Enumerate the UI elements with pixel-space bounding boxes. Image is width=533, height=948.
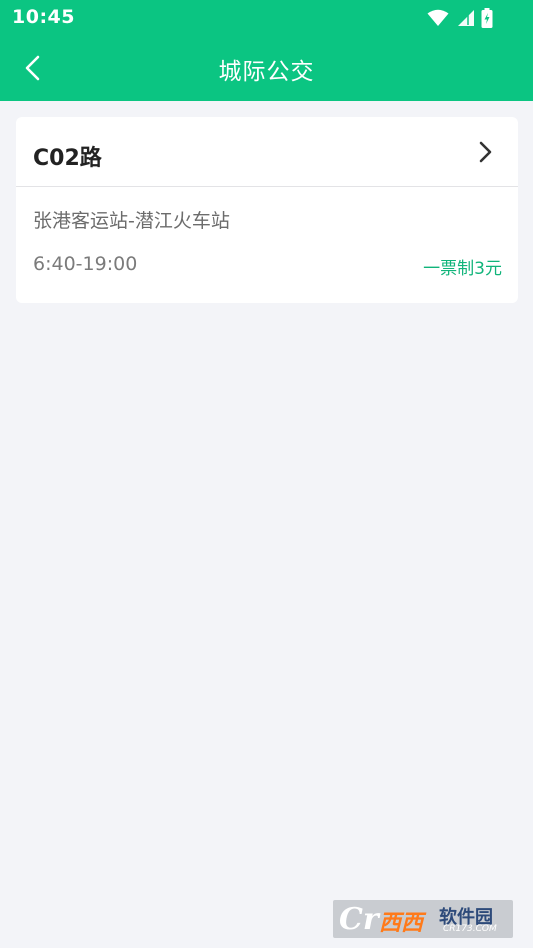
nav-bar: 城际公交: [0, 36, 533, 101]
app-header: 10:45 城际公交: [0, 0, 533, 101]
fare-label: 一票制3元: [423, 259, 502, 279]
route-card-header[interactable]: C02路: [16, 117, 518, 187]
signal-icon: [458, 10, 474, 26]
battery-charging-icon: [481, 8, 493, 28]
watermark-site: CR173.COM: [443, 924, 497, 934]
status-time: 10:45: [12, 6, 75, 28]
status-bar: 10:45: [0, 0, 533, 36]
wifi-icon: [427, 9, 449, 26]
route-stations: 张港客运站-潜江火车站: [33, 210, 230, 232]
watermark-text: 西西: [379, 911, 424, 936]
page-title: 城际公交: [218, 59, 315, 85]
status-icons: [427, 8, 493, 28]
operating-hours: 6:40-19:00: [33, 253, 138, 275]
route-name: C02路: [33, 146, 102, 171]
route-card[interactable]: C02路 张港客运站-潜江火车站 6:40-19:00 一票制3元: [16, 117, 518, 303]
watermark-mark: Cr: [339, 902, 379, 937]
chevron-right-icon: [479, 141, 492, 163]
watermark-logo: Cr 西西 软件园 CR173.COM: [333, 900, 513, 938]
